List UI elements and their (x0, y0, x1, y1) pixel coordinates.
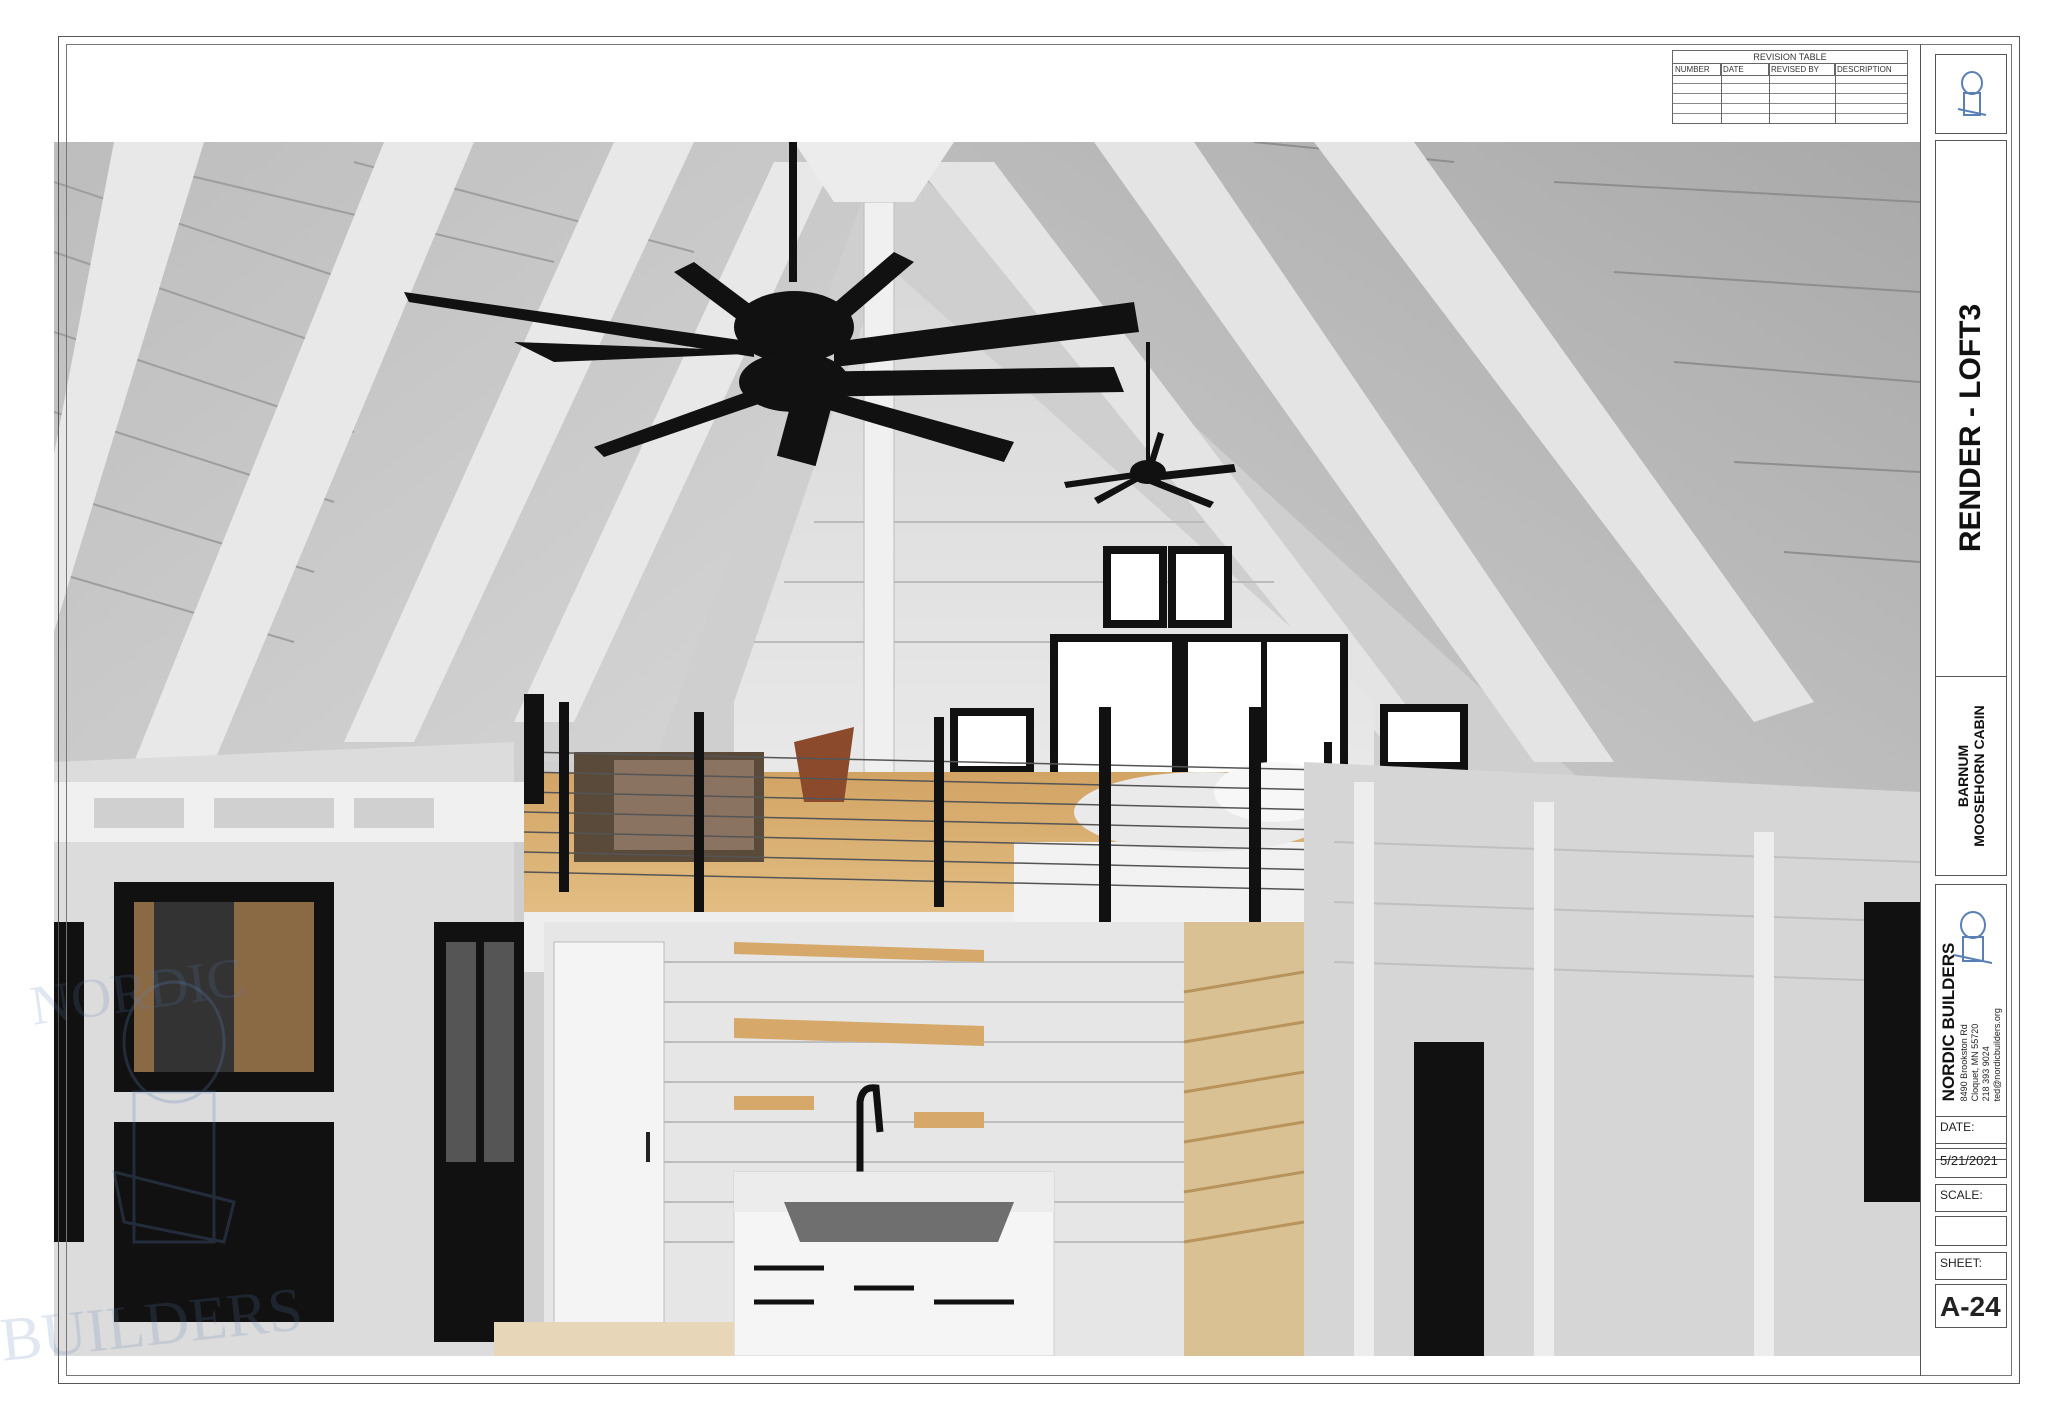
revision-row (1673, 93, 1907, 94)
title-block-logo-cell (1935, 54, 2007, 134)
project-name-cell: BARNUM MOOSEHORN CABIN (1935, 676, 2007, 876)
project-line2: MOOSEHORN CABIN (1971, 705, 1987, 847)
drawing-border-inner (66, 44, 2012, 1376)
project-line1: BARNUM (1955, 744, 1971, 808)
revision-table: REVISION TABLE NUMBER DATE REVISED BY DE… (1672, 50, 1908, 124)
drawing-sheet: NORDIC BUILDERS REVISION TABLE NUMBER DA… (0, 0, 2048, 1404)
scale-label: SCALE: (1935, 1184, 2007, 1212)
revision-row (1673, 103, 1907, 104)
revision-col-description: DESCRIPTION (1837, 65, 1892, 74)
sheet-label: SHEET: (1935, 1252, 2007, 1280)
revision-table-header: NUMBER DATE REVISED BY DESCRIPTION (1673, 63, 1907, 76)
date-value: 5/21/2021 (1935, 1148, 2007, 1178)
scale-value (1935, 1216, 2007, 1246)
company-logo-icon (1953, 911, 1993, 964)
revision-col-date: DATE (1721, 64, 1769, 75)
revision-col-revised-by: REVISED BY (1769, 64, 1835, 75)
title-block: RENDER - LOFT3 BARNUM MOOSEHORN CABIN NO… (1920, 44, 2012, 1376)
sheet-title: RENDER - LOFT3 (1954, 303, 1987, 553)
revision-row (1673, 83, 1907, 84)
revision-row (1673, 113, 1907, 114)
nordic-builders-logo-icon (1957, 71, 1987, 116)
sheet-title-cell: RENDER - LOFT3 (1935, 140, 2007, 716)
revision-col-number: NUMBER (1673, 64, 1721, 75)
revision-table-caption: REVISION TABLE (1753, 52, 1827, 62)
sheet-number: A-24 (1935, 1284, 2007, 1328)
date-label: DATE: (1935, 1116, 2007, 1144)
